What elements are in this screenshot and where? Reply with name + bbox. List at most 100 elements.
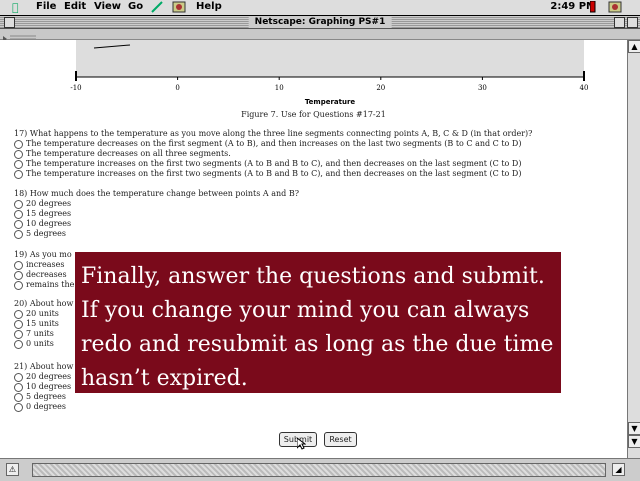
question-20-text: 20) About how <box>14 299 74 308</box>
zoom-box-icon[interactable] <box>614 17 625 28</box>
menu-view[interactable]: View <box>94 1 121 12</box>
q20-option-2[interactable]: 15 units <box>14 319 73 329</box>
mouse-pointer-icon <box>297 438 306 450</box>
option-label: The temperature increases on the first t… <box>26 159 522 168</box>
scroll-down-icon[interactable]: ▼ <box>628 422 640 435</box>
q18-option-2[interactable]: 15 degrees <box>14 209 299 219</box>
option-label: The temperature increases on the first t… <box>26 169 522 178</box>
radio-button[interactable] <box>14 159 23 169</box>
question-20: 20) About how 20 units 15 units 7 units … <box>14 299 73 349</box>
reset-button[interactable]: Reset <box>324 432 357 447</box>
option-label: 5 degrees <box>26 392 67 401</box>
q20-option-4[interactable]: 0 units <box>14 339 73 349</box>
x-tick-label: 40 <box>580 84 589 92</box>
scroll-up-icon[interactable]: ▲ <box>628 40 640 53</box>
vertical-scrollbar[interactable]: ▲ ▼ ▼ <box>627 40 640 458</box>
question-21-text: 21) About how <box>14 362 74 371</box>
resize-grip-icon[interactable]: ◢ <box>612 463 625 476</box>
option-label: remains the <box>26 280 75 289</box>
q20-option-3[interactable]: 7 units <box>14 329 73 339</box>
radio-button[interactable] <box>14 339 23 349</box>
x-tick-label: 30 <box>478 84 487 92</box>
option-label: 20 degrees <box>26 199 72 208</box>
x-tick-label: 10 <box>275 84 284 92</box>
radio-button[interactable] <box>14 229 23 239</box>
window-title-bar[interactable]: Netscape: Graphing PS#1 <box>0 16 640 29</box>
radio-button[interactable] <box>14 139 23 149</box>
q17-option-2[interactable]: The temperature decreases on all three s… <box>14 149 532 159</box>
question-19-text: 19) As you mo <box>14 250 72 259</box>
q17-option-3[interactable]: The temperature increases on the first t… <box>14 159 532 169</box>
q21-option-1[interactable]: 20 degrees <box>14 372 73 382</box>
menu-file[interactable]: File <box>36 1 56 12</box>
radio-button[interactable] <box>14 372 23 382</box>
x-tick-label: 0 <box>175 84 179 92</box>
q20-option-1[interactable]: 20 units <box>14 309 73 319</box>
menu-edit[interactable]: Edit <box>64 1 86 12</box>
temperature-chart: -10 0 10 20 30 40 Temperature <box>42 40 594 110</box>
option-label: 7 units <box>26 329 54 338</box>
option-label: decreases <box>26 270 67 279</box>
overlay-line-4: hasn’t expired. <box>81 366 248 391</box>
q17-option-4[interactable]: The temperature increases on the first t… <box>14 169 532 179</box>
collapse-box-icon[interactable] <box>627 17 638 28</box>
collapsed-toolbar[interactable] <box>0 29 640 43</box>
radio-button[interactable] <box>14 169 23 179</box>
option-label: 10 degrees <box>26 219 72 228</box>
radio-button[interactable] <box>14 149 23 159</box>
q18-option-1[interactable]: 20 degrees <box>14 199 299 209</box>
chart-svg: -10 0 10 20 30 40 Temperature <box>70 40 589 106</box>
overlay-line-2: If you change your mind you can always <box>81 298 530 323</box>
apple-menu-icon[interactable]:  <box>12 1 19 14</box>
q19-option-1[interactable]: increases <box>14 260 74 270</box>
battery-icon <box>589 0 596 13</box>
x-axis-label: Temperature <box>305 98 356 106</box>
radio-button[interactable] <box>14 319 23 329</box>
q21-option-3[interactable]: 5 degrees <box>14 392 73 402</box>
option-label: 10 degrees <box>26 382 72 391</box>
netscape-menu-icon[interactable] <box>172 1 186 13</box>
radio-button[interactable] <box>14 270 23 280</box>
overlay-line-1: Finally, answer the questions and submit… <box>81 264 545 289</box>
q19-option-2[interactable]: decreases <box>14 270 74 280</box>
overlay-line-3: redo and resubmit as long as the due tim… <box>81 332 554 357</box>
radio-button[interactable] <box>14 402 23 412</box>
x-tick-label: -10 <box>70 84 81 92</box>
lock-status-icon[interactable]: ⚠ <box>6 463 19 476</box>
radio-button[interactable] <box>14 219 23 229</box>
app-switcher-icon[interactable] <box>608 1 622 13</box>
option-label: 0 degrees <box>26 402 67 411</box>
radio-button[interactable] <box>14 382 23 392</box>
instruction-overlay: Finally, answer the questions and submit… <box>75 252 561 393</box>
q21-option-2[interactable]: 10 degrees <box>14 382 73 392</box>
radio-button[interactable] <box>14 309 23 319</box>
option-label: 15 units <box>26 319 59 328</box>
figure-caption: Figure 7. Use for Questions #17-21 <box>241 110 386 119</box>
q18-option-3[interactable]: 10 degrees <box>14 219 299 229</box>
q19-option-3[interactable]: remains the <box>14 280 74 290</box>
radio-button[interactable] <box>14 329 23 339</box>
close-box-icon[interactable] <box>4 17 15 28</box>
scroll-track[interactable] <box>32 463 606 477</box>
q17-option-1[interactable]: The temperature decreases on the first s… <box>14 139 532 149</box>
radio-button[interactable] <box>14 209 23 219</box>
question-18-text: 18) How much does the temperature change… <box>14 189 299 198</box>
scroll-down-arrow-icon[interactable]: ▼ <box>628 435 640 448</box>
horizontal-scrollbar[interactable]: ⚠ ◢ <box>0 458 640 481</box>
radio-button[interactable] <box>14 199 23 209</box>
q21-option-4[interactable]: 0 degrees <box>14 402 73 412</box>
question-18: 18) How much does the temperature change… <box>14 189 299 239</box>
option-label: 20 degrees <box>26 372 72 381</box>
menu-go[interactable]: Go <box>128 1 143 12</box>
pen-icon[interactable] <box>150 1 164 13</box>
radio-button[interactable] <box>14 260 23 270</box>
question-17: 17) What happens to the temperature as y… <box>14 129 532 179</box>
menu-help[interactable]: Help <box>196 1 222 12</box>
question-19: 19) As you mo increases decreases remain… <box>14 250 74 290</box>
q18-option-4[interactable]: 5 degrees <box>14 229 299 239</box>
radio-button[interactable] <box>14 280 23 290</box>
option-label: The temperature decreases on the first s… <box>26 139 522 148</box>
option-label: increases <box>26 260 65 269</box>
option-label: 20 units <box>26 309 59 318</box>
radio-button[interactable] <box>14 392 23 402</box>
